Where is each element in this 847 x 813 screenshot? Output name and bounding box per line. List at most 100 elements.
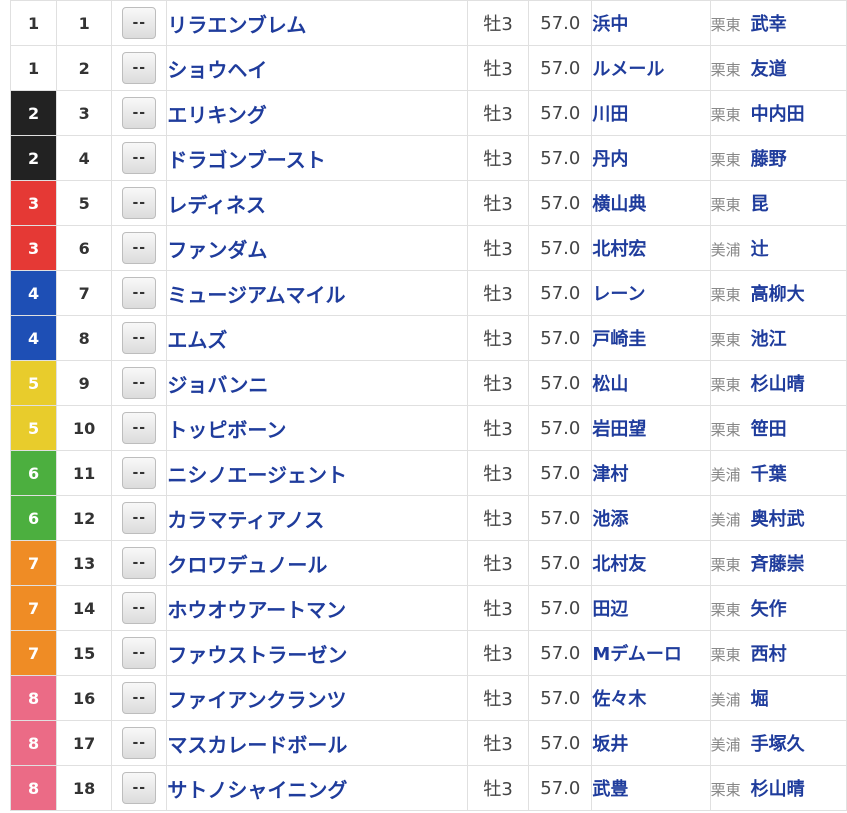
prediction-mark-button[interactable]: --: [122, 592, 157, 624]
horse-name[interactable]: ショウヘイ: [168, 58, 268, 82]
horse-name[interactable]: レディネス: [168, 193, 266, 217]
prediction-mark-button[interactable]: --: [122, 502, 157, 534]
horse-name-link[interactable]: サトノシャイニング: [166, 765, 469, 811]
jockey-link[interactable]: 岩田望: [591, 405, 711, 451]
trainer-name-link[interactable]: 杉山晴: [751, 374, 805, 395]
horse-name[interactable]: ファイアンクランツ: [168, 688, 347, 712]
prediction-mark-button[interactable]: --: [122, 547, 157, 579]
jockey-name[interactable]: 横山典: [593, 194, 646, 215]
jockey-link[interactable]: 田辺: [591, 585, 711, 631]
horse-name-link[interactable]: エムズ: [166, 315, 469, 361]
trainer-name-link[interactable]: 西村: [751, 644, 787, 665]
horse-name[interactable]: ミュージアムマイル: [168, 283, 346, 307]
trainer-name-link[interactable]: 高柳大: [751, 284, 805, 305]
prediction-mark-button[interactable]: --: [122, 277, 157, 309]
horse-name[interactable]: ファンダム: [168, 238, 268, 262]
jockey-name[interactable]: Mデムーロ: [593, 644, 682, 665]
horse-name-link[interactable]: ファウストラーゼン: [166, 630, 469, 676]
jockey-name[interactable]: 浜中: [593, 14, 628, 35]
horse-name[interactable]: ホウオウアートマン: [168, 598, 346, 622]
horse-name-link[interactable]: マスカレードボール: [166, 720, 469, 766]
horse-name-link[interactable]: ドラゴンブースト: [166, 135, 469, 181]
trainer-name-link[interactable]: 中内田: [751, 104, 805, 125]
horse-name-link[interactable]: カラマティアノス: [166, 495, 469, 541]
trainer-name-link[interactable]: 昆: [751, 194, 769, 215]
prediction-mark-button[interactable]: --: [122, 637, 157, 669]
jockey-link[interactable]: 北村友: [591, 540, 711, 586]
horse-name[interactable]: トッピボーン: [168, 418, 287, 442]
trainer-name-link[interactable]: 斉藤崇: [751, 554, 805, 575]
horse-name[interactable]: サトノシャイニング: [168, 778, 348, 802]
trainer-name-link[interactable]: 笹田: [751, 419, 787, 440]
horse-name-link[interactable]: エリキング: [166, 90, 469, 136]
prediction-mark-button[interactable]: --: [122, 682, 157, 714]
trainer-name-link[interactable]: 奥村武: [751, 509, 805, 530]
prediction-mark-button[interactable]: --: [122, 52, 157, 84]
trainer-name-link[interactable]: 辻: [751, 239, 769, 260]
prediction-mark-button[interactable]: --: [122, 142, 157, 174]
horse-name-link[interactable]: ファイアンクランツ: [166, 675, 469, 721]
jockey-link[interactable]: 川田: [591, 90, 711, 136]
prediction-mark-button[interactable]: --: [122, 727, 157, 759]
horse-name[interactable]: ドラゴンブースト: [168, 148, 326, 172]
jockey-link[interactable]: 横山典: [591, 180, 711, 226]
trainer-name-link[interactable]: 千葉: [751, 464, 787, 485]
prediction-mark-button[interactable]: --: [122, 457, 157, 489]
jockey-name[interactable]: レーン: [593, 284, 646, 305]
trainer-name-link[interactable]: 藤野: [751, 149, 787, 170]
horse-name[interactable]: ファウストラーゼン: [168, 643, 348, 667]
jockey-link[interactable]: 松山: [591, 360, 711, 406]
horse-name-link[interactable]: ミュージアムマイル: [166, 270, 469, 316]
jockey-name[interactable]: 川田: [593, 104, 628, 125]
horse-name[interactable]: ニシノエージェント: [168, 463, 347, 487]
jockey-name[interactable]: 丹内: [593, 149, 628, 170]
jockey-name[interactable]: 坂井: [593, 734, 628, 755]
jockey-link[interactable]: Mデムーロ: [591, 630, 711, 676]
trainer-name-link[interactable]: 手塚久: [751, 734, 805, 755]
jockey-link[interactable]: 丹内: [591, 135, 711, 181]
horse-name[interactable]: エリキング: [168, 103, 267, 127]
jockey-name[interactable]: 松山: [593, 374, 628, 395]
jockey-name[interactable]: 津村: [593, 464, 628, 485]
jockey-name[interactable]: ルメール: [593, 59, 664, 80]
horse-name[interactable]: マスカレードボール: [168, 733, 348, 757]
prediction-mark-button[interactable]: --: [122, 367, 157, 399]
horse-name-link[interactable]: ショウヘイ: [166, 45, 469, 91]
trainer-name-link[interactable]: 池江: [751, 329, 787, 350]
jockey-name[interactable]: 北村宏: [593, 239, 646, 260]
trainer-name-link[interactable]: 友道: [751, 59, 787, 80]
horse-name-link[interactable]: ニシノエージェント: [166, 450, 469, 496]
horse-name-link[interactable]: クロワデュノール: [166, 540, 469, 586]
prediction-mark-button[interactable]: --: [122, 772, 157, 804]
horse-name-link[interactable]: リラエンブレム: [166, 0, 469, 46]
jockey-link[interactable]: 北村宏: [591, 225, 711, 271]
horse-name-link[interactable]: レディネス: [166, 180, 469, 226]
jockey-name[interactable]: 佐々木: [593, 689, 646, 710]
prediction-mark-button[interactable]: --: [122, 322, 157, 354]
prediction-mark-button[interactable]: --: [122, 187, 157, 219]
jockey-link[interactable]: 武豊: [591, 765, 711, 811]
horse-name[interactable]: リラエンブレム: [168, 13, 307, 37]
jockey-name[interactable]: 岩田望: [593, 419, 646, 440]
jockey-link[interactable]: 佐々木: [591, 675, 711, 721]
trainer-name-link[interactable]: 堀: [751, 689, 769, 710]
horse-name-link[interactable]: ファンダム: [166, 225, 469, 271]
horse-name-link[interactable]: トッピボーン: [166, 405, 469, 451]
jockey-name[interactable]: 武豊: [593, 779, 628, 800]
trainer-name-link[interactable]: 矢作: [751, 599, 787, 620]
jockey-name[interactable]: 池添: [593, 509, 628, 530]
jockey-link[interactable]: ルメール: [591, 45, 711, 91]
jockey-link[interactable]: 坂井: [591, 720, 711, 766]
prediction-mark-button[interactable]: --: [122, 7, 157, 39]
horse-name-link[interactable]: ホウオウアートマン: [166, 585, 469, 631]
horse-name[interactable]: ジョバンニ: [168, 373, 269, 397]
horse-name-link[interactable]: ジョバンニ: [166, 360, 469, 406]
trainer-name-link[interactable]: 杉山晴: [751, 779, 805, 800]
prediction-mark-button[interactable]: --: [122, 412, 157, 444]
horse-name[interactable]: カラマティアノス: [168, 508, 325, 532]
jockey-name[interactable]: 田辺: [593, 599, 628, 620]
prediction-mark-button[interactable]: --: [122, 97, 157, 129]
jockey-name[interactable]: 戸崎圭: [593, 329, 646, 350]
jockey-link[interactable]: 浜中: [591, 0, 711, 46]
horse-name[interactable]: クロワデュノール: [168, 553, 328, 577]
